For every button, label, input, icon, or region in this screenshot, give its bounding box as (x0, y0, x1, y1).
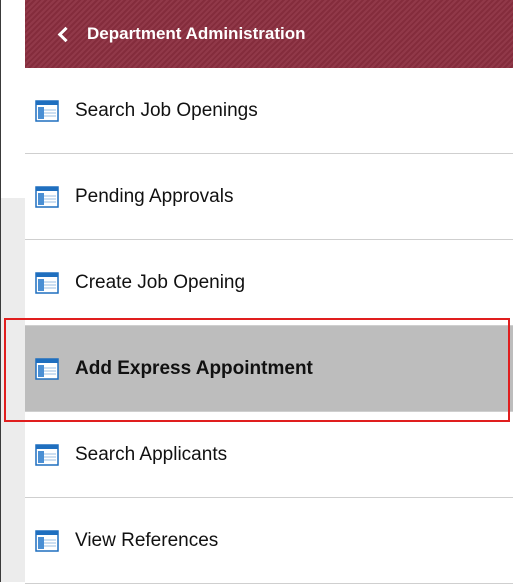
menu-item-create-job-opening[interactable]: Create Job Opening (25, 240, 513, 326)
chevron-left-icon[interactable] (57, 26, 69, 42)
department-admin-panel: Department Administration Search Job Ope… (25, 0, 513, 584)
table-window-icon (35, 529, 59, 552)
table-window-icon (35, 99, 59, 122)
menu-item-search-applicants[interactable]: Search Applicants (25, 412, 513, 498)
left-gutter-shade (1, 198, 25, 582)
table-window-icon (35, 357, 59, 380)
menu-item-label: Pending Approvals (75, 185, 234, 207)
menu-item-add-express-appointment[interactable]: Add Express Appointment (25, 326, 513, 412)
menu-item-label: Search Job Openings (75, 99, 258, 121)
table-window-icon (35, 185, 59, 208)
menu-item-search-job-openings[interactable]: Search Job Openings (25, 68, 513, 154)
table-window-icon (35, 271, 59, 294)
menu-item-label: Create Job Opening (75, 271, 246, 293)
panel-header-title: Department Administration (87, 24, 306, 43)
menu-item-pending-approvals[interactable]: Pending Approvals (25, 154, 513, 240)
navigation-menu: Search Job Openings Pending Approvals Cr… (25, 68, 513, 584)
menu-item-label: View References (75, 529, 219, 551)
table-window-icon (35, 443, 59, 466)
left-gutter (1, 0, 25, 582)
menu-item-label: Search Applicants (75, 443, 228, 465)
menu-item-view-references[interactable]: View References (25, 498, 513, 584)
panel-header[interactable]: Department Administration (25, 0, 513, 68)
menu-item-label: Add Express Appointment (75, 357, 313, 379)
